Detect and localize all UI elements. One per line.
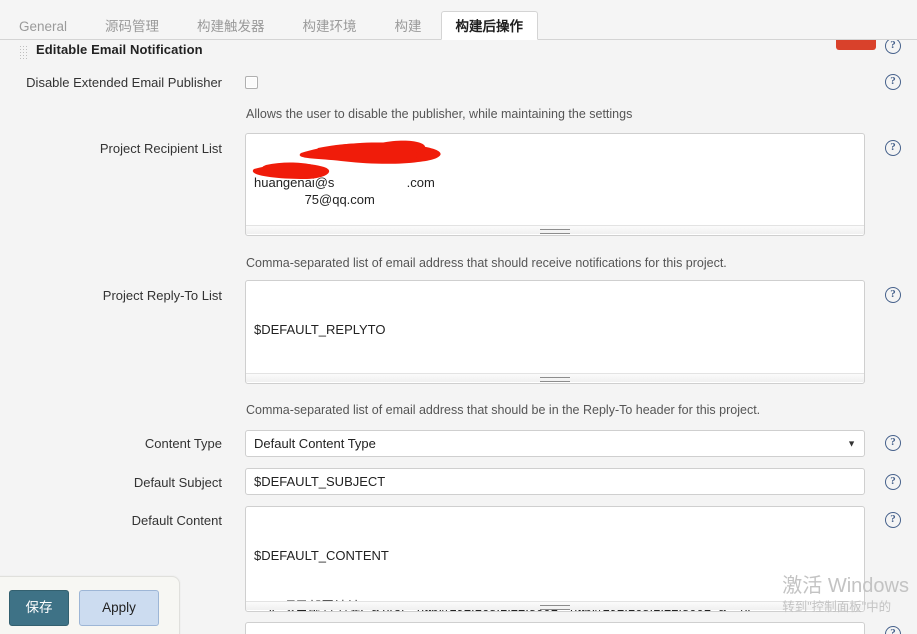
default-subject-input[interactable]: $DEFAULT_SUBJECT xyxy=(245,468,865,495)
label-content-type: Content Type xyxy=(144,436,222,451)
reply-to-list-value: $DEFAULT_REPLYTO xyxy=(254,322,386,337)
help-icon-next-field[interactable]: ? xyxy=(885,626,901,634)
post-build-actions-form: Editable Email Notification ? Disable Ex… xyxy=(0,40,917,634)
default-content-line-1: $DEFAULT_CONTENT xyxy=(254,548,389,563)
help-icon-project-recipient-list[interactable]: ? xyxy=(885,140,901,156)
drag-grip-icon[interactable] xyxy=(19,45,28,59)
save-button[interactable]: 保存 xyxy=(9,590,69,626)
tab-general[interactable]: General xyxy=(0,11,86,40)
chevron-down-icon: ▼ xyxy=(847,438,856,448)
default-content-textarea[interactable]: $DEFAULT_CONTENT <li>项目部署地址:<a href="htt… xyxy=(245,506,865,612)
label-project-reply-to-list: Project Reply-To List xyxy=(102,288,222,303)
jenkins-job-config-page: General 源码管理 构建触发器 构建环境 构建 构建后操作 Editabl… xyxy=(0,0,917,634)
delete-publisher-button[interactable] xyxy=(836,40,876,50)
label-default-subject: Default Subject xyxy=(133,475,222,490)
help-icon-project-reply-to-list[interactable]: ? xyxy=(885,287,901,303)
project-reply-to-list-textarea[interactable]: $DEFAULT_REPLYTO xyxy=(245,280,865,384)
default-content-textarea-resize-grip[interactable] xyxy=(246,601,864,610)
section-title: Editable Email Notification xyxy=(36,42,203,57)
editable-email-notification-section-header: Editable Email Notification ? xyxy=(0,40,917,64)
description-project-recipient-list: Comma-separated list of email address th… xyxy=(246,256,727,270)
tab-build[interactable]: 构建 xyxy=(376,11,441,40)
project-recipient-list-textarea[interactable]: huangenai@s .com 75@qq.com xyxy=(245,133,865,236)
help-icon-default-content[interactable]: ? xyxy=(885,512,901,528)
tab-build-environment[interactable]: 构建环境 xyxy=(284,11,376,40)
tab-source-code-management[interactable]: 源码管理 xyxy=(86,11,178,40)
content-type-select[interactable]: Default Content Type ▼ xyxy=(245,430,865,457)
form-footer-buttons: 保存 Apply xyxy=(0,576,180,634)
default-subject-value: $DEFAULT_SUBJECT xyxy=(254,474,386,489)
disable-publisher-checkbox[interactable] xyxy=(245,76,258,89)
description-disable-publisher: Allows the user to disable the publisher… xyxy=(246,107,633,121)
content-type-selected-value: Default Content Type xyxy=(254,436,376,451)
help-icon-disable-publisher[interactable]: ? xyxy=(885,74,901,90)
tab-build-triggers[interactable]: 构建触发器 xyxy=(178,11,284,40)
label-disable-publisher: Disable Extended Email Publisher xyxy=(26,75,222,90)
recipient-list-value: huangenai@s .com 75@qq.com xyxy=(254,175,435,207)
label-project-recipient-list: Project Recipient List xyxy=(99,141,222,156)
description-project-reply-to-list: Comma-separated list of email address th… xyxy=(246,403,761,417)
help-icon-content-type[interactable]: ? xyxy=(885,435,901,451)
recipient-textarea-resize-grip[interactable] xyxy=(246,225,864,234)
apply-button[interactable]: Apply xyxy=(79,590,159,626)
next-field-input-partial[interactable] xyxy=(245,622,865,634)
tab-post-build-actions[interactable]: 构建后操作 xyxy=(440,11,539,40)
config-tab-bar: General 源码管理 构建触发器 构建环境 构建 构建后操作 xyxy=(0,0,917,40)
reply-to-textarea-resize-grip[interactable] xyxy=(246,373,864,382)
label-default-content: Default Content xyxy=(131,513,222,528)
help-icon-section[interactable]: ? xyxy=(885,40,901,54)
help-icon-default-subject[interactable]: ? xyxy=(885,474,901,490)
